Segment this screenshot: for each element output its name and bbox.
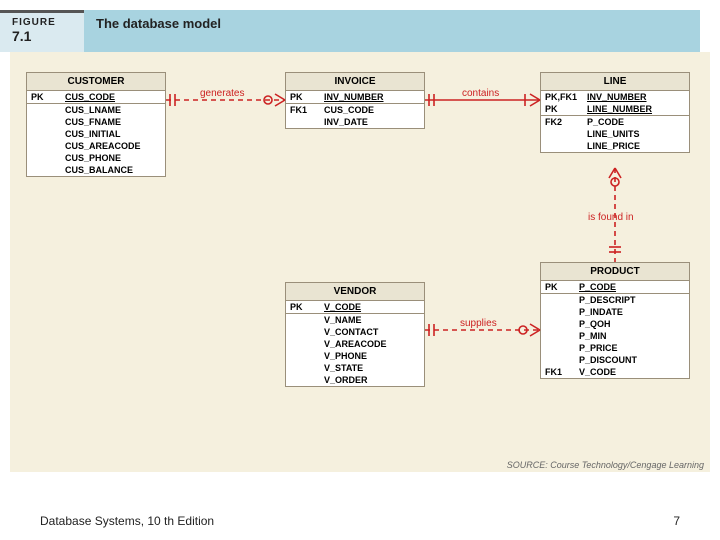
footer-text: Database Systems, 10 th Edition [40, 514, 214, 528]
figure-number: 7.1 [12, 28, 72, 44]
page-footer: Database Systems, 10 th Edition 7 [0, 514, 720, 528]
entity-vendor: VENDOR PKV_CODE V_NAME V_CONTACT V_AREAC… [285, 282, 425, 387]
rel-supplies-label: supplies [460, 318, 497, 329]
figure-title: The database model [84, 10, 700, 52]
rel-generates-label: generates [200, 88, 244, 99]
entity-line: LINE PK,FK1INV_NUMBER PKLINE_NUMBER FK2P… [540, 72, 690, 153]
entity-customer: CUSTOMER PKCUS_CODE CUS_LNAME CUS_FNAME … [26, 72, 166, 177]
figure-number-box: FIGURE 7.1 [0, 10, 84, 52]
entity-name: INVOICE [286, 73, 424, 91]
figure-label: FIGURE [12, 17, 72, 28]
rel-contains-label: contains [462, 88, 499, 99]
entity-name: CUSTOMER [27, 73, 165, 91]
entity-name: LINE [541, 73, 689, 91]
page-number: 7 [673, 514, 680, 528]
entity-product: PRODUCT PKP_CODE P_DESCRIPT P_INDATE P_Q… [540, 262, 690, 379]
entity-invoice: INVOICE PKINV_NUMBER FK1CUS_CODE INV_DAT… [285, 72, 425, 129]
figure-header: FIGURE 7.1 The database model [0, 10, 700, 52]
entity-name: VENDOR [286, 283, 424, 301]
diagram-canvas: CUSTOMER PKCUS_CODE CUS_LNAME CUS_FNAME … [10, 52, 710, 472]
entity-name: PRODUCT [541, 263, 689, 281]
source-credit: SOURCE: Course Technology/Cengage Learni… [507, 460, 704, 470]
rel-isfoundin-label: is found in [588, 212, 634, 223]
